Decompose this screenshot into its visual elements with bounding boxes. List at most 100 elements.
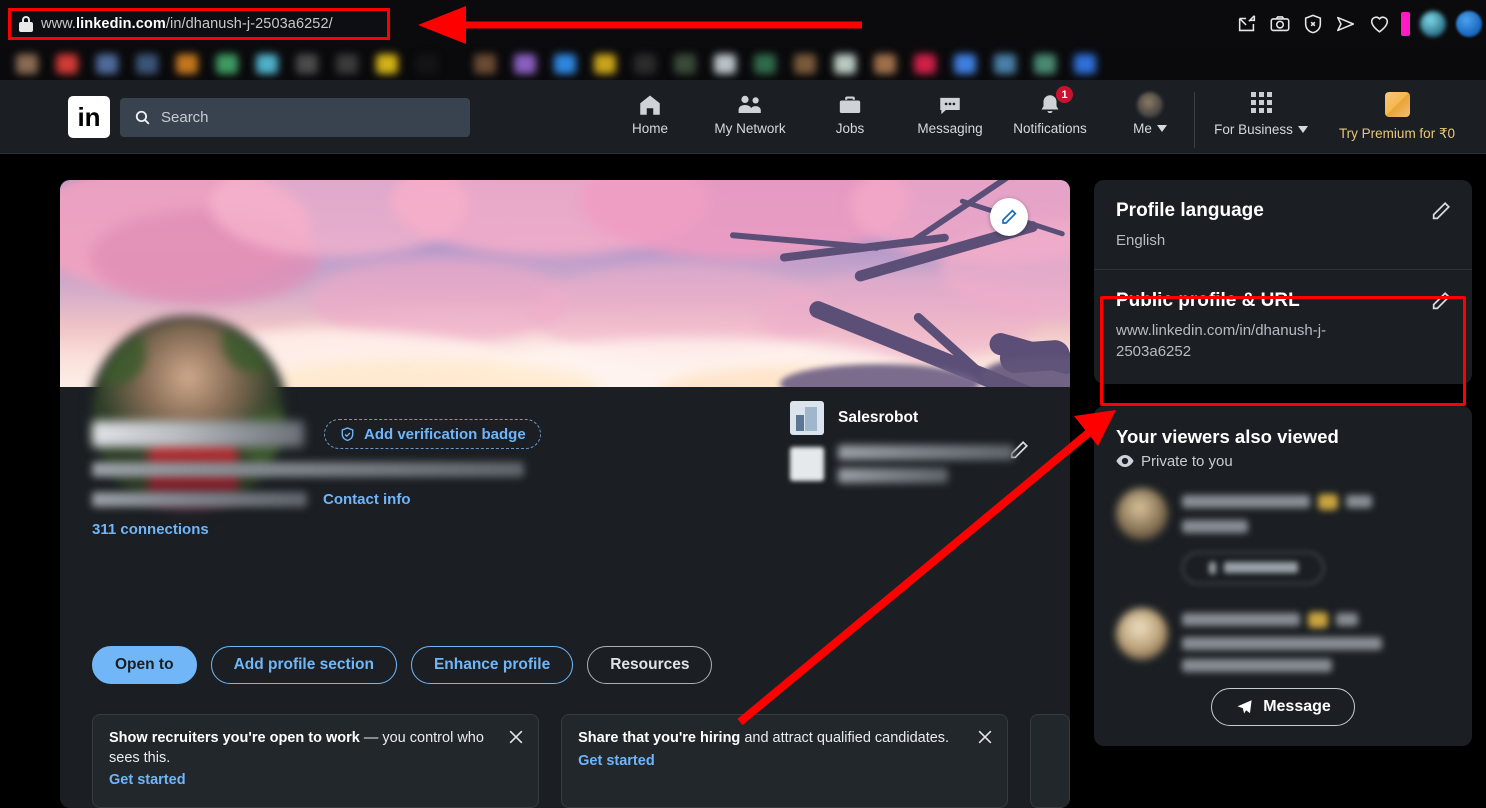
enhance-profile-button[interactable]: Enhance profile (410, 646, 574, 684)
bookmark-item[interactable] (1074, 54, 1096, 74)
promo-bold-2: Share that you're hiring (578, 730, 741, 746)
bookmark-item[interactable] (954, 54, 976, 74)
promo-link-2[interactable]: Get started (578, 753, 991, 769)
profile-headline-redacted (92, 462, 524, 477)
bookmark-item[interactable] (594, 54, 616, 74)
bookmark-item[interactable] (674, 54, 696, 74)
nav-label-try-premium: Try Premium for ₹0 (1338, 126, 1456, 141)
bookmark-item[interactable] (136, 54, 158, 74)
send-icon[interactable] (1334, 13, 1358, 35)
bookmark-item[interactable] (754, 54, 776, 74)
nav-item-jobs[interactable]: Jobs (800, 86, 900, 136)
current-company-row[interactable]: Salesrobot (790, 401, 1040, 435)
bookmark-item[interactable] (376, 54, 398, 74)
promo-card-hiring[interactable]: Share that you're hiring and attract qua… (561, 714, 1009, 808)
bookmark-item[interactable] (994, 54, 1016, 74)
bookmark-item[interactable] (514, 54, 536, 74)
bookmark-item[interactable] (216, 54, 238, 74)
linkedin-logo[interactable]: in (68, 96, 110, 138)
navbar-divider (1194, 92, 1195, 148)
add-profile-section-button[interactable]: Add profile section (210, 646, 397, 684)
education-row[interactable] (790, 445, 1040, 483)
nav-item-notifications[interactable]: 1 Notifications (1000, 86, 1100, 136)
search-input[interactable]: Search (120, 98, 470, 137)
address-bar[interactable]: www.linkedin.com/in/dhanush-j-2503a6252/ (8, 8, 390, 40)
education-logo-icon (790, 447, 824, 481)
contact-info-link[interactable]: Contact info (323, 491, 411, 508)
profile-settings-card: Profile language English Public profile … (1094, 180, 1472, 406)
navbar-right-items: For Business Try Premium for ₹0 (1200, 86, 1472, 150)
people-icon (738, 95, 761, 113)
bookmark-item[interactable] (554, 54, 576, 74)
close-icon[interactable] (506, 727, 526, 747)
promo-text-2: Share that you're hiring and attract qua… (578, 729, 991, 749)
profile-card: Add verification badge Contact info 311 … (60, 180, 1070, 808)
nav-item-me[interactable]: Me (1100, 86, 1200, 136)
viewer-premium-badge (1318, 493, 1338, 510)
nav-label-messaging: Messaging (917, 121, 983, 136)
profile-language-section: Profile language English (1094, 180, 1472, 269)
notifications-badge: 1 (1056, 86, 1073, 103)
list-item[interactable] (1116, 487, 1450, 540)
nav-label-notifications: Notifications (1013, 121, 1087, 136)
public-profile-title: Public profile & URL (1116, 290, 1300, 312)
profile-language-title: Profile language (1116, 200, 1264, 221)
bookmark-item[interactable] (56, 54, 78, 74)
bookmarks-bar[interactable] (0, 48, 1486, 80)
bookmark-item[interactable] (336, 54, 358, 74)
profile-location-redacted (92, 492, 307, 507)
profile-company-box: Salesrobot (790, 401, 1040, 493)
open-to-button[interactable]: Open to (92, 646, 197, 684)
bookmark-item[interactable] (16, 54, 38, 74)
edit-profile-language-button[interactable] (1430, 200, 1452, 227)
viewer-headline-redacted-2 (1182, 658, 1332, 672)
grid-icon (1250, 92, 1272, 113)
profile-info: Add verification badge Contact info 311 … (60, 387, 1070, 538)
promo-rest-2: and attract qualified candidates. (740, 730, 950, 746)
nav-item-home[interactable]: Home (600, 86, 700, 136)
bookmark-item[interactable] (794, 54, 816, 74)
viewer-connect-button[interactable] (1182, 551, 1324, 584)
shield-x-icon[interactable] (1302, 13, 1324, 35)
bookmark-item[interactable] (1034, 54, 1056, 74)
bookmark-item[interactable] (96, 54, 118, 74)
bookmark-item[interactable] (714, 54, 736, 74)
nav-item-for-business[interactable]: For Business (1200, 86, 1322, 137)
url-path: /in/dhanush-j-2503a6252/ (165, 16, 333, 32)
bookmark-item[interactable] (256, 54, 278, 74)
bookmark-item[interactable] (634, 54, 656, 74)
add-verification-badge-label: Add verification badge (364, 425, 526, 443)
avatar (1137, 92, 1163, 118)
bookmark-item[interactable] (914, 54, 936, 74)
list-item[interactable] (1116, 607, 1450, 672)
edit-cover-button[interactable] (990, 198, 1028, 236)
viewer-premium-badge (1308, 611, 1328, 628)
nav-item-my-network[interactable]: My Network (700, 86, 800, 136)
message-button[interactable]: Message (1211, 687, 1355, 726)
profile-action-buttons: Open to Add profile section Enhance prof… (92, 646, 713, 684)
edit-public-profile-button[interactable] (1430, 290, 1452, 317)
add-verification-badge-button[interactable]: Add verification badge (324, 419, 541, 449)
browser-profile-avatar-2[interactable] (1456, 11, 1482, 37)
bookmark-item[interactable] (176, 54, 198, 74)
bookmark-item[interactable] (296, 54, 318, 74)
screenshot-root: www.linkedin.com/in/dhanush-j-2503a6252/ (0, 0, 1486, 808)
resources-button[interactable]: Resources (587, 646, 713, 684)
nav-item-messaging[interactable]: Messaging (900, 86, 1000, 136)
heart-icon[interactable] (1368, 13, 1391, 35)
viewers-also-viewed-card: Your viewers also viewed Private to you (1094, 405, 1472, 746)
bookmark-item[interactable] (474, 54, 496, 74)
edit-page-icon[interactable] (1236, 13, 1258, 35)
promo-card-open-to-work[interactable]: Show recruiters you're open to work — yo… (92, 714, 540, 808)
promo-card-next-partial[interactable] (1030, 714, 1070, 808)
close-icon[interactable] (975, 727, 995, 747)
connections-link[interactable]: 311 connections (92, 521, 1038, 538)
nav-item-try-premium[interactable]: Try Premium for ₹0 (1322, 86, 1472, 142)
bookmark-item[interactable] (416, 54, 438, 74)
education-name-redacted (838, 445, 1014, 460)
browser-profile-avatar-1[interactable] (1420, 11, 1446, 37)
camera-icon[interactable] (1268, 13, 1292, 35)
bookmark-item[interactable] (874, 54, 896, 74)
promo-link-1[interactable]: Get started (109, 772, 522, 788)
bookmark-item[interactable] (834, 54, 856, 74)
